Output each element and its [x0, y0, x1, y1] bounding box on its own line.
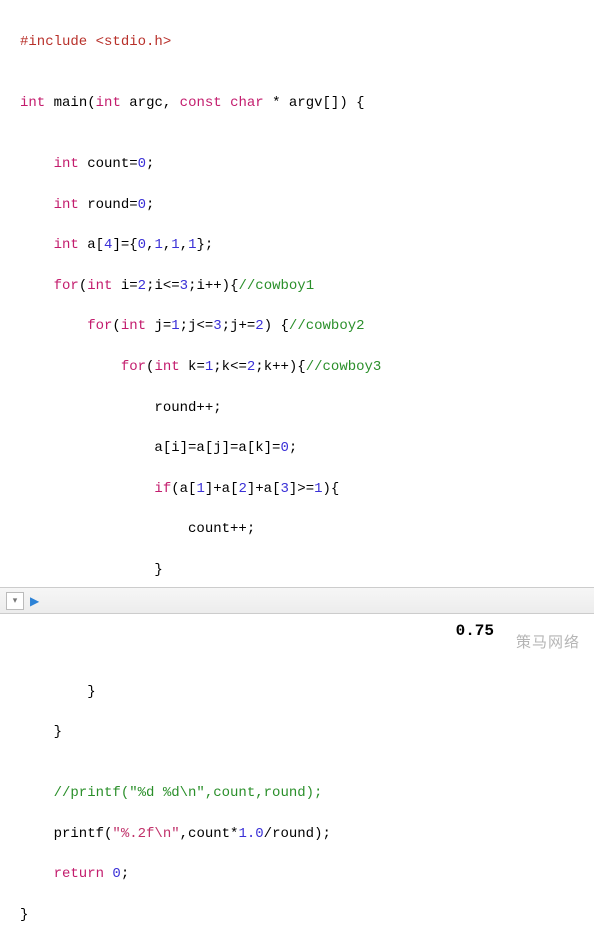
console-toolbar: ▾ ▶ [0, 587, 594, 614]
console-output: 0.75 策马网络 [0, 613, 594, 660]
code-line: for(int i=2;i<=3;i++){//cowboy1 [20, 276, 590, 296]
code-line: int main(int argc, const char * argv[]) … [20, 93, 590, 113]
code-line: count++; [20, 519, 590, 539]
code-line: int count=0; [20, 154, 590, 174]
code-line: } [20, 560, 590, 580]
code-line: //printf("%d %d\n",count,round); [20, 783, 590, 803]
code-line: return 0; [20, 864, 590, 884]
code-line: #include <stdio.h> [20, 32, 590, 52]
code-editor: #include <stdio.h> int main(int argc, co… [0, 0, 594, 950]
code-line: int a[4]={0,1,1,1}; [20, 235, 590, 255]
toggle-output-button[interactable]: ▾ [6, 592, 24, 610]
code-line: for(int j=1;j<=3;j+=2) {//cowboy2 [20, 316, 590, 336]
run-icon[interactable]: ▶ [30, 594, 39, 609]
watermark: 策马网络 [516, 631, 580, 652]
code-line: } [20, 905, 590, 925]
code-line: round++; [20, 398, 590, 418]
code-line: for(int k=1;k<=2;k++){//cowboy3 [20, 357, 590, 377]
include-header: <stdio.h> [87, 34, 171, 50]
preprocessor: #include [20, 34, 87, 50]
code-line: } [20, 682, 590, 702]
code-line: a[i]=a[j]=a[k]=0; [20, 438, 590, 458]
code-line: } [20, 722, 590, 742]
code-line: printf("%.2f\n",count*1.0/round); [20, 824, 590, 844]
program-output: 0.75 [456, 622, 494, 640]
code-line: if(a[1]+a[2]+a[3]>=1){ [20, 479, 590, 499]
chevron-down-icon: ▾ [13, 596, 18, 606]
code-line: int round=0; [20, 195, 590, 215]
